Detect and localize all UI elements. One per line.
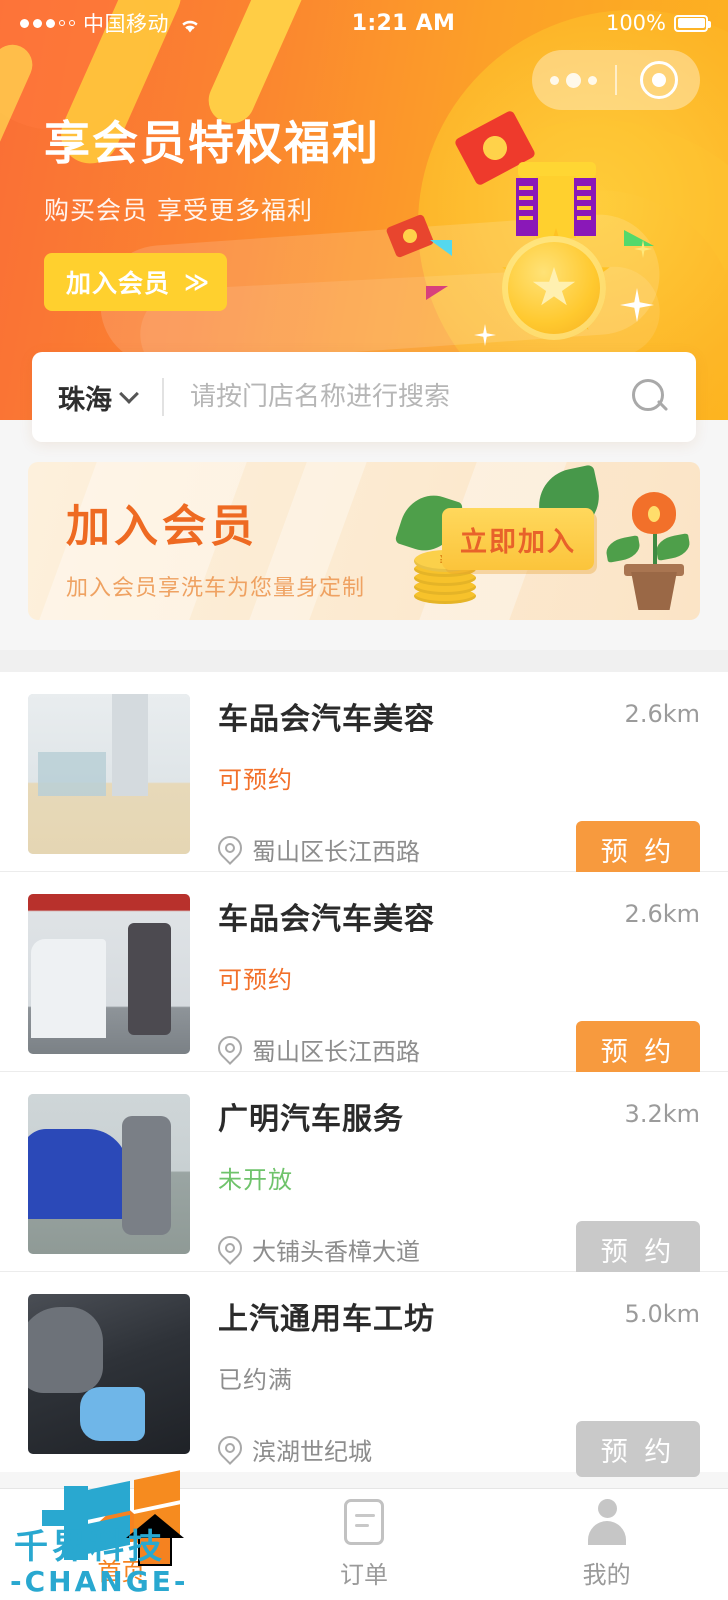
person-icon [586, 1499, 628, 1545]
store-distance: 5.0km [625, 1294, 700, 1328]
store-address: 蜀山区长江西路 [252, 1032, 420, 1067]
store-list-item[interactable]: 广明汽车服务3.2km未开放大铺头香樟大道预 约 [0, 1072, 728, 1272]
tab-label: 首页 [97, 1552, 145, 1587]
medal-ribbon-left [516, 178, 538, 236]
store-list-item[interactable]: 车品会汽车美容2.6km可预约蜀山区长江西路预 约 [0, 872, 728, 1072]
book-appointment-button[interactable]: 预 约 [576, 1021, 700, 1077]
join-now-button[interactable]: 立即加入 [442, 508, 594, 570]
medal-ribbon-right [574, 178, 596, 236]
store-list-item[interactable]: 车品会汽车美容2.6km可预约蜀山区长江西路预 约 [0, 672, 728, 872]
promo-text-block: 加入会员 加入会员享洗车为您量身定制 [66, 490, 365, 602]
tab-orders[interactable]: 订单 [243, 1489, 486, 1600]
carrier-label: 中国移动 [83, 8, 169, 38]
hero-subtitle: 购买会员 享受更多福利 [44, 191, 380, 227]
store-list: 车品会汽车美容2.6km可预约蜀山区长江西路预 约车品会汽车美容2.6km可预约… [0, 672, 728, 1472]
order-list-icon [344, 1499, 384, 1545]
plant-leaf-decor [604, 535, 641, 563]
city-label: 珠海 [58, 378, 112, 417]
store-status-badge: 未开放 [218, 1160, 700, 1195]
join-member-hero-button[interactable]: 加入会员 ≫ [44, 253, 227, 311]
store-info: 上汽通用车工坊5.0km已约满滨湖世纪城预 约 [190, 1294, 700, 1452]
bottom-tab-bar: 首页 订单 我的 [0, 1488, 728, 1600]
store-status-badge: 可预约 [218, 960, 700, 995]
home-icon [99, 1502, 143, 1542]
sparkle-decor [474, 324, 496, 346]
hero-title: 享会员特权福利 [44, 118, 380, 169]
book-appointment-button[interactable]: 预 约 [576, 821, 700, 877]
location-pin-icon [218, 1436, 240, 1463]
more-dots-icon[interactable] [532, 73, 615, 88]
search-icon[interactable] [630, 377, 670, 417]
book-appointment-button: 预 约 [576, 1221, 700, 1277]
promo-title: 加入会员 [66, 490, 365, 554]
status-bar-left: 中国移动 [20, 8, 201, 38]
search-input[interactable] [190, 382, 630, 412]
store-name: 车品会汽车美容 [218, 894, 435, 938]
store-thumbnail[interactable] [28, 1294, 190, 1454]
signal-dots-icon [20, 19, 75, 28]
medal-award-icon [438, 148, 668, 358]
tab-home[interactable]: 首页 [0, 1489, 243, 1600]
store-info: 广明汽车服务3.2km未开放大铺头香樟大道预 约 [190, 1094, 700, 1251]
medal-coin [502, 236, 606, 340]
plant-leaf-decor [654, 533, 691, 561]
membership-promo-card[interactable]: 加入会员 加入会员享洗车为您量身定制 ¥ 立即加入 [28, 462, 700, 620]
store-status-badge: 可预约 [218, 760, 700, 795]
potted-flower-icon [632, 492, 676, 534]
tab-profile[interactable]: 我的 [485, 1489, 728, 1600]
battery-percent-label: 100% [606, 11, 666, 35]
store-address: 蜀山区长江西路 [252, 832, 420, 867]
tab-label: 我的 [583, 1555, 631, 1590]
city-selector[interactable]: 珠海 [58, 378, 136, 417]
section-divider [0, 650, 728, 672]
store-distance: 3.2km [625, 1094, 700, 1128]
promo-subtitle: 加入会员享洗车为您量身定制 [66, 570, 365, 602]
battery-full-icon [674, 15, 708, 32]
red-envelope-decor [385, 214, 434, 259]
store-name: 上汽通用车工坊 [218, 1294, 435, 1338]
chevron-down-icon [119, 384, 139, 404]
location-pin-icon [218, 1236, 240, 1263]
chevron-double-right-icon: ≫ [184, 268, 205, 296]
store-address: 大铺头香樟大道 [252, 1232, 420, 1267]
store-address-row: 蜀山区长江西路 [218, 832, 420, 867]
store-distance: 2.6km [625, 694, 700, 728]
store-list-item[interactable]: 上汽通用车工坊5.0km已约满滨湖世纪城预 约 [0, 1272, 728, 1472]
store-thumbnail[interactable] [28, 1094, 190, 1254]
store-address-row: 大铺头香樟大道 [218, 1232, 420, 1267]
location-pin-icon [218, 1036, 240, 1063]
decor-stripe [0, 38, 39, 191]
flower-pot [628, 572, 680, 610]
confetti-decor [624, 230, 654, 246]
store-address-row: 滨湖世纪城 [218, 1432, 372, 1467]
confetti-decor [426, 286, 448, 300]
tab-label: 订单 [340, 1555, 388, 1590]
join-member-hero-label: 加入会员 [66, 264, 170, 300]
promo-illustration: ¥ 立即加入 [394, 462, 694, 620]
search-divider [162, 378, 164, 416]
store-info: 车品会汽车美容2.6km可预约蜀山区长江西路预 约 [190, 894, 700, 1051]
store-address: 滨湖世纪城 [252, 1432, 372, 1467]
search-bar[interactable]: 珠海 [32, 352, 696, 442]
hero-text-block: 享会员特权福利 购买会员 享受更多福利 加入会员 ≫ [44, 118, 380, 311]
target-circle-icon[interactable] [617, 61, 700, 99]
sparkle-decor [620, 288, 654, 322]
store-thumbnail[interactable] [28, 894, 190, 1054]
store-distance: 2.6km [625, 894, 700, 928]
wifi-icon [179, 15, 201, 31]
store-name: 车品会汽车美容 [218, 694, 435, 738]
miniprogram-capsule[interactable] [532, 50, 700, 110]
store-name: 广明汽车服务 [218, 1094, 404, 1138]
status-bar-right: 100% [606, 11, 708, 35]
store-status-badge: 已约满 [218, 1360, 700, 1395]
location-pin-icon [218, 836, 240, 863]
store-address-row: 蜀山区长江西路 [218, 1032, 420, 1067]
status-bar: 中国移动 1:21 AM 100% [0, 0, 728, 46]
store-info: 车品会汽车美容2.6km可预约蜀山区长江西路预 约 [190, 694, 700, 851]
book-appointment-button: 预 约 [576, 1421, 700, 1477]
store-thumbnail[interactable] [28, 694, 190, 854]
confetti-decor [430, 240, 452, 256]
app-root: 中国移动 1:21 AM 100% [0, 0, 728, 1600]
status-time: 1:21 AM [201, 11, 606, 36]
